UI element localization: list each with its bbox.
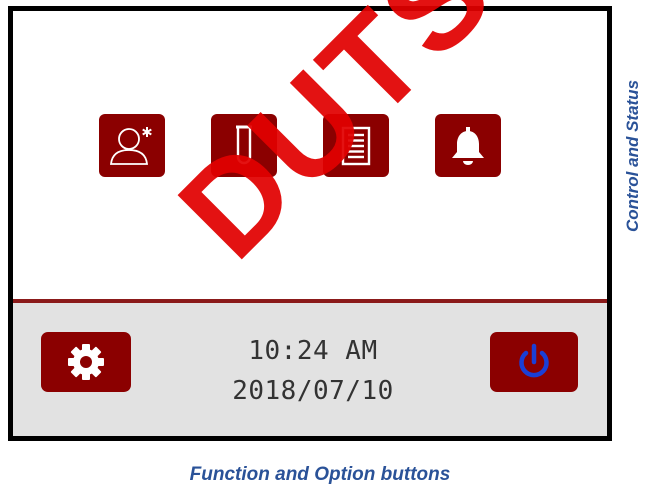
- status-bar: 10:24 AM 2018/07/10: [13, 303, 607, 436]
- date-display: 2018/07/10: [232, 376, 394, 406]
- alarm-button[interactable]: [435, 114, 501, 177]
- gear-icon: [68, 344, 104, 380]
- list-button[interactable]: [323, 114, 389, 177]
- date-time-display: 10:24 AM 2018/07/10: [163, 331, 463, 411]
- list-document-icon: [341, 126, 371, 165]
- time-display: 10:24 AM: [248, 336, 378, 366]
- test-tube-icon: [236, 125, 252, 164]
- user-settings-icon: [110, 126, 152, 165]
- user-button[interactable]: [99, 114, 165, 177]
- settings-button[interactable]: [41, 332, 131, 392]
- control-and-status-label: Control and Status: [623, 79, 642, 233]
- touch-screen: 10:24 AM 2018/07/10: [8, 6, 612, 441]
- bell-icon: [452, 126, 484, 165]
- power-button[interactable]: [490, 332, 578, 392]
- function-and-option-buttons-label: Function and Option buttons: [189, 464, 451, 485]
- power-icon: [519, 343, 549, 378]
- sample-button[interactable]: [211, 114, 277, 177]
